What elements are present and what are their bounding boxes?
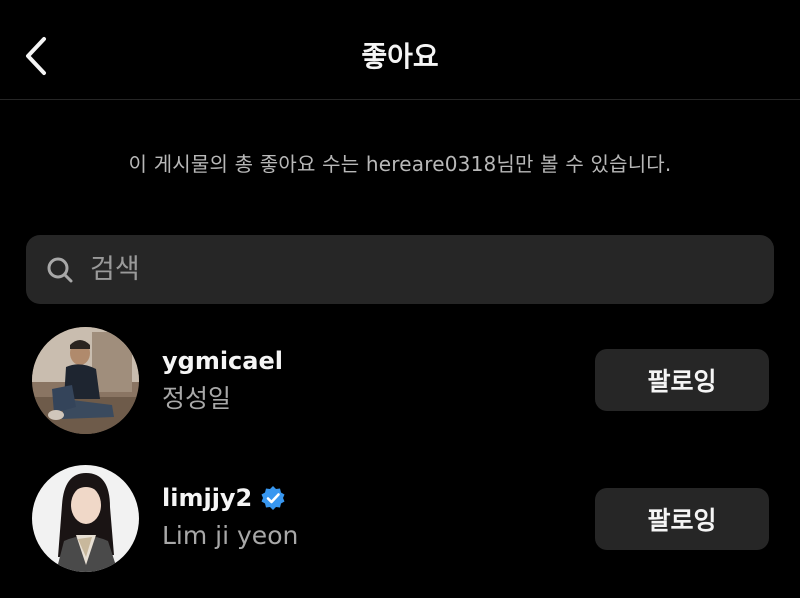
user-info[interactable]: ygmicael 정성일 — [162, 344, 283, 418]
full-name: Lim ji yeon — [162, 521, 299, 550]
following-button[interactable]: 팔로잉 — [595, 349, 769, 411]
list-item: limjjy2 Lim ji yeon 팔로잉 — [0, 462, 800, 582]
username: ygmicael — [162, 347, 283, 375]
page-title: 좋아요 — [361, 40, 439, 73]
header-bar: 좋아요 — [0, 0, 800, 100]
verified-badge-icon — [260, 485, 286, 511]
following-button[interactable]: 팔로잉 — [595, 488, 769, 550]
username: limjjy2 — [162, 484, 253, 512]
avatar[interactable] — [32, 465, 139, 572]
likes-visibility-notice: 이 게시물의 총 좋아요 수는 hereare0318님만 볼 수 있습니다. — [128, 152, 672, 176]
avatar[interactable] — [32, 327, 139, 434]
search-input[interactable] — [88, 253, 732, 286]
search-bar[interactable] — [26, 235, 774, 304]
user-info[interactable]: limjjy2 Lim ji yeon — [162, 481, 298, 555]
likes-page: 좋아요 이 게시물의 총 좋아요 수는 hereare0318님만 볼 수 있습… — [0, 0, 800, 598]
search-icon — [46, 256, 74, 284]
full-name: 정성일 — [162, 384, 232, 413]
list-item: ygmicael 정성일 팔로잉 — [0, 323, 800, 443]
